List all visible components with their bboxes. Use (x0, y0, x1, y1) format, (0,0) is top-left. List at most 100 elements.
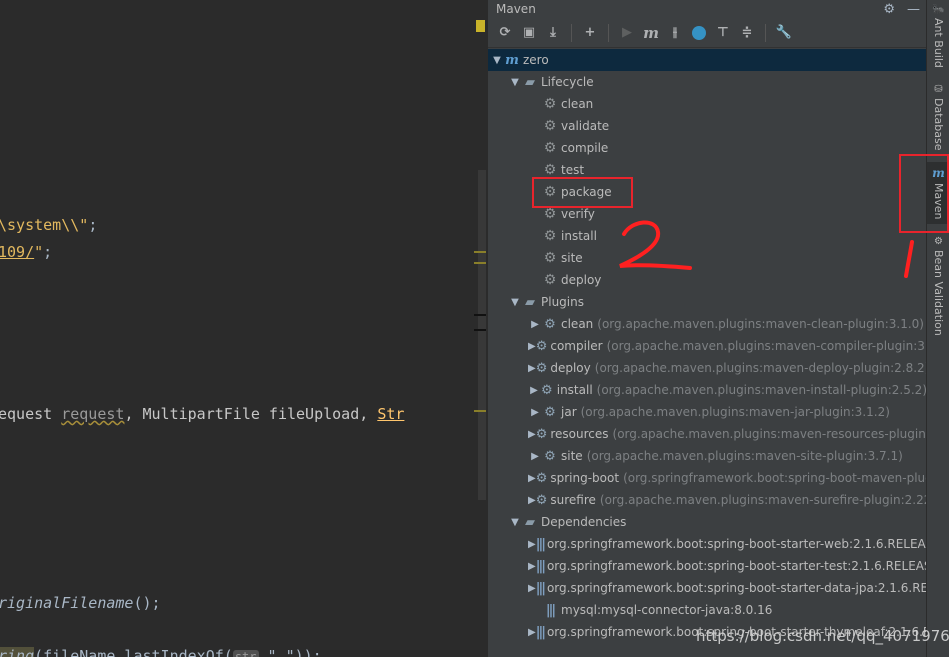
toggle-offline-icon[interactable]: ⫲ (666, 24, 684, 42)
expand-arrow-icon[interactable]: ▶ (528, 583, 536, 594)
plugin-spring-boot[interactable]: ▶ ⚙ spring-boot (org.springframework.boot:s… (488, 467, 926, 489)
tab-bean-validation[interactable]: ⚙ Bean Validation (927, 236, 949, 336)
expand-arrow-icon[interactable]: ▶ (528, 407, 542, 418)
show-dependencies-icon[interactable]: ⊤ (714, 24, 732, 42)
tab-database[interactable]: ⛁ Database (927, 84, 949, 151)
library-icon: ||| (535, 624, 546, 640)
plugin-icon: ⚙ (535, 470, 548, 486)
tree-node-zero[interactable]: ▼ m zero (488, 49, 926, 71)
plugin-icon: ⚙ (541, 382, 553, 398)
toolbar-separator (765, 23, 766, 42)
expand-arrow-icon[interactable]: ▶ (528, 363, 536, 374)
code-editor[interactable]: \system\\"; 109/"; equest request, Multi… (0, 0, 487, 657)
tab-label: Database (932, 98, 945, 151)
annotation-box-maven-tab (899, 154, 949, 233)
gear-icon[interactable]: ⚙ (883, 2, 895, 17)
plugin-deploy[interactable]: ▶ ⚙ deploy (org.apache.maven.plugins:maven-… (488, 357, 926, 379)
plugin-surefire[interactable]: ▶ ⚙ surefire (org.apache.maven.plugins:mave… (488, 489, 926, 511)
collapse-all-icon[interactable]: ≑ (738, 24, 756, 42)
expand-arrow-icon[interactable]: ▶ (528, 385, 540, 396)
plugin-name: site (561, 449, 583, 463)
expand-arrow-icon[interactable]: ▶ (528, 429, 536, 440)
dependency-item[interactable]: ▶ ||| org.springframework.boot:spring-boot… (488, 533, 926, 555)
tree-node-label: site (561, 251, 583, 265)
code-line: equest request, MultipartFile fileUpload… (0, 405, 405, 423)
expand-arrow-icon[interactable]: ▶ (528, 495, 536, 506)
annotation-box-package (532, 177, 633, 208)
dependency-label: org.springframework.boot:spring-boot-sta… (546, 537, 926, 551)
lifecycle-goal-install[interactable]: ⚙ install (488, 225, 926, 247)
plugin-coordinates: (org.apache.maven.plugins:maven-site-plu… (586, 449, 903, 463)
editor-scrollbar[interactable] (478, 170, 486, 500)
plugin-coordinates: (org.springframework.boot:spring-boot-ma… (623, 471, 926, 485)
expand-arrow-icon[interactable]: ▶ (528, 539, 536, 550)
minimize-icon[interactable]: — (907, 2, 920, 17)
lifecycle-goal-site[interactable]: ⚙ site (488, 247, 926, 269)
plugin-site[interactable]: ▶ ⚙ site (org.apache.maven.plugins:maven-si… (488, 445, 926, 467)
tab-label: Ant Build (932, 18, 945, 68)
lifecycle-goal-compile[interactable]: ⚙ compile (488, 137, 926, 159)
expand-arrow-icon[interactable]: ▶ (528, 341, 536, 352)
tree-node-label: verify (561, 207, 595, 221)
lifecycle-goal-validate[interactable]: ⚙ validate (488, 115, 926, 137)
tree-node-label: validate (561, 119, 610, 133)
tree-node-dependencies[interactable]: ▼ ▰ Dependencies (488, 511, 926, 533)
expand-arrow-icon[interactable]: ▶ (528, 319, 542, 330)
generate-sources-icon[interactable]: ▣ (520, 24, 538, 42)
expand-arrow-icon[interactable]: ▶ (528, 473, 536, 484)
maven-tool-window: Maven ⚙ — ⟳ ▣ ⤓ + ▶ m ⫲ ⊤ ≑ 🔧 ▼ m zero ▼… (487, 0, 926, 657)
dependency-item[interactable]: ▶ ||| org.springframework.boot:spring-boot… (488, 555, 926, 577)
expand-arrow-icon[interactable]: ▶ (528, 627, 536, 638)
download-icon[interactable]: ⤓ (544, 24, 562, 42)
run-icon[interactable]: ▶ (618, 24, 636, 42)
tree-node-lifecycle[interactable]: ▼ ▰ Lifecycle (488, 71, 926, 93)
ant-icon: 🐜 (932, 4, 945, 15)
maven-project-tree[interactable]: ▼ m zero ▼ ▰ Lifecycle ⚙ clean ⚙ validate ⚙ c… (488, 49, 926, 643)
dependency-item[interactable]: ||| mysql:mysql-connector-java:8.0.16 (488, 599, 926, 621)
tree-node-label: test (561, 163, 585, 177)
plugin-clean[interactable]: ▶ ⚙ clean (org.apache.maven.plugins:maven-c… (488, 313, 926, 335)
skip-tests-icon[interactable] (690, 24, 708, 42)
expand-arrow-icon[interactable]: ▼ (508, 297, 522, 308)
warning-marker[interactable] (474, 410, 486, 412)
expand-arrow-icon[interactable]: ▶ (528, 451, 542, 462)
tab-ant-build[interactable]: 🐜 Ant Build (927, 4, 949, 68)
plugin-install[interactable]: ▶ ⚙ install (org.apache.maven.plugins:maven… (488, 379, 926, 401)
code-line: 109/"; (0, 243, 53, 261)
plugin-icon: ⚙ (535, 338, 548, 354)
plugin-icon: ⚙ (535, 492, 548, 508)
warning-marker[interactable] (474, 251, 486, 253)
tree-node-label: Dependencies (541, 515, 627, 529)
plugin-icon: ⚙ (535, 426, 548, 442)
execute-goal-icon[interactable]: m (642, 24, 660, 42)
expand-arrow-icon[interactable]: ▼ (508, 517, 522, 528)
plugin-compiler[interactable]: ▶ ⚙ compiler (org.apache.maven.plugins:mave… (488, 335, 926, 357)
plugin-resources[interactable]: ▶ ⚙ resources (org.apache.maven.plugins:mav… (488, 423, 926, 445)
warning-marker[interactable] (474, 262, 486, 264)
plugin-name: clean (561, 317, 594, 331)
plugin-jar[interactable]: ▶ ⚙ jar (org.apache.maven.plugins:maven-jar… (488, 401, 926, 423)
expand-arrow-icon[interactable]: ▼ (490, 55, 504, 66)
annotation-number-2 (619, 220, 692, 270)
reload-icon[interactable]: ⟳ (496, 24, 514, 42)
lifecycle-goal-clean[interactable]: ⚙ clean (488, 93, 926, 115)
dependency-item[interactable]: ▶ ||| org.springframework.boot:spring-boot… (488, 577, 926, 599)
wrench-icon[interactable]: 🔧 (775, 24, 793, 42)
dependency-label: org.springframework.boot:spring-boot-sta… (546, 559, 926, 573)
tree-node-plugins[interactable]: ▼ ▰ Plugins (488, 291, 926, 313)
expand-arrow-icon[interactable]: ▼ (508, 77, 522, 88)
tree-node-label: zero (523, 53, 549, 67)
inspection-status-icon[interactable] (476, 20, 485, 32)
right-tool-strip: 🐜 Ant Build ⛁ Database m Maven ⚙ Bean Va… (926, 0, 949, 657)
plugin-name: deploy (550, 361, 591, 375)
lifecycle-goal-deploy[interactable]: ⚙ deploy (488, 269, 926, 291)
maven-toolbar: ⟳ ▣ ⤓ + ▶ m ⫲ ⊤ ≑ 🔧 (488, 18, 926, 48)
tree-node-label: deploy (561, 273, 602, 287)
plugin-name: spring-boot (550, 471, 620, 485)
annotation-number-1 (904, 240, 914, 278)
plugin-icon: ⚙ (544, 448, 556, 464)
database-icon: ⛁ (934, 84, 943, 95)
expand-arrow-icon[interactable]: ▶ (528, 561, 536, 572)
plus-icon[interactable]: + (581, 24, 599, 42)
dependency-label: mysql:mysql-connector-java:8.0.16 (561, 603, 773, 617)
